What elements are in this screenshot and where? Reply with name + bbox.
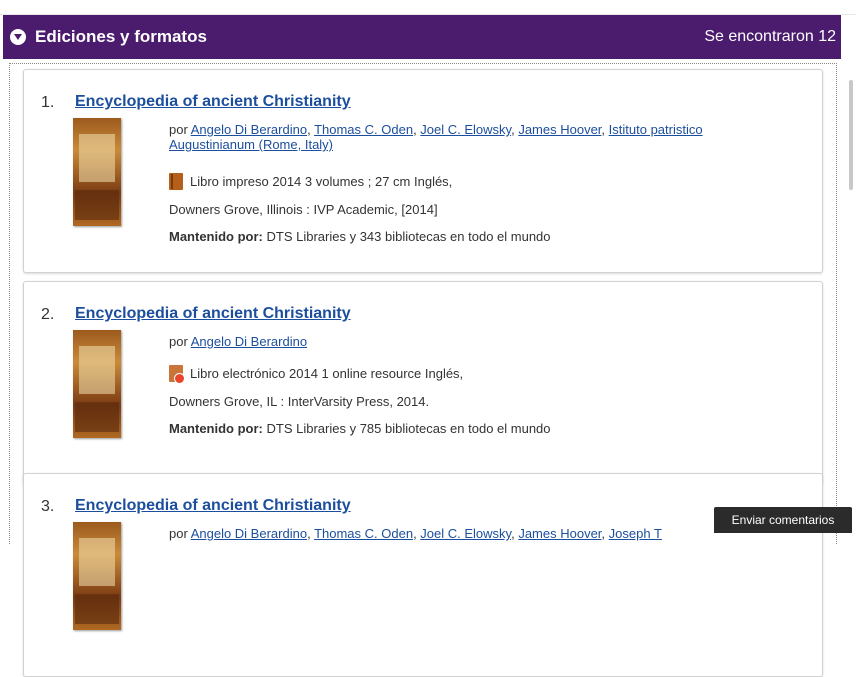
result-card-1: 1. Encyclopedia of ancient Christianity … bbox=[23, 69, 823, 273]
ebook-icon bbox=[169, 365, 185, 384]
editions-toggle[interactable]: Ediciones y formatos bbox=[10, 15, 207, 59]
result-authors: por Angelo Di Berardino bbox=[169, 334, 789, 349]
author-link[interactable]: Angelo Di Berardino bbox=[191, 526, 307, 541]
result-card-2: 2. Encyclopedia of ancient Christianity … bbox=[23, 281, 823, 485]
result-title-link[interactable]: Encyclopedia of ancient Christianity bbox=[75, 305, 351, 323]
author-link[interactable]: James Hoover bbox=[518, 122, 601, 137]
print-book-icon bbox=[169, 173, 183, 190]
por-label: por bbox=[169, 526, 188, 541]
author-link[interactable]: Angelo Di Berardino bbox=[191, 122, 307, 137]
result-holdings: Mantenido por: DTS Libraries y 343 bibli… bbox=[169, 229, 551, 244]
format-text: Libro impreso 2014 3 volumes ; 27 cm Ing… bbox=[190, 174, 453, 189]
por-label: por bbox=[169, 122, 188, 137]
author-link[interactable]: Angelo Di Berardino bbox=[191, 334, 307, 349]
scrollbar-thumb[interactable] bbox=[849, 80, 853, 190]
result-title-link[interactable]: Encyclopedia of ancient Christianity bbox=[75, 93, 351, 111]
held-label: Mantenido por: bbox=[169, 229, 263, 244]
result-authors: por Angelo Di Berardino, Thomas C. Oden,… bbox=[169, 526, 662, 541]
results-list: 1. Encyclopedia of ancient Christianity … bbox=[9, 63, 837, 677]
held-label: Mantenido por: bbox=[169, 421, 263, 436]
book-cover-image[interactable] bbox=[73, 118, 121, 226]
result-card-3: 3. Encyclopedia of ancient Christianity … bbox=[23, 473, 823, 677]
result-holdings: Mantenido por: DTS Libraries y 785 bibli… bbox=[169, 421, 551, 436]
result-publisher: Downers Grove, IL : InterVarsity Press, … bbox=[169, 394, 429, 409]
author-link[interactable]: Thomas C. Oden bbox=[314, 122, 413, 137]
author-link[interactable]: Thomas C. Oden bbox=[314, 526, 413, 541]
held-text: DTS Libraries y 343 bibliotecas en todo … bbox=[266, 229, 551, 244]
held-text: DTS Libraries y 785 bibliotecas en todo … bbox=[266, 421, 551, 436]
result-format: Libro electrónico 2014 1 online resource… bbox=[169, 365, 464, 384]
author-link[interactable]: James Hoover bbox=[518, 526, 601, 541]
result-title-link[interactable]: Encyclopedia of ancient Christianity bbox=[75, 497, 351, 515]
publisher-text: Downers Grove, Illinois : IVP Academic, … bbox=[169, 202, 438, 217]
publisher-text: Downers Grove, IL : InterVarsity Press, … bbox=[169, 394, 430, 409]
chevron-down-circle-icon bbox=[10, 29, 26, 45]
result-number: 3. bbox=[41, 498, 55, 515]
result-number: 1. bbox=[41, 94, 55, 111]
book-cover-image[interactable] bbox=[73, 522, 121, 630]
result-publisher: Downers Grove, Illinois : IVP Academic, … bbox=[169, 202, 438, 217]
author-link[interactable]: Joel C. Elowsky bbox=[420, 526, 511, 541]
por-label: por bbox=[169, 334, 188, 349]
result-authors: por Angelo Di Berardino, Thomas C. Oden,… bbox=[169, 122, 703, 152]
result-format: Libro impreso 2014 3 volumes ; 27 cm Ing… bbox=[169, 173, 452, 190]
feedback-button[interactable]: Enviar comentarios bbox=[714, 507, 852, 533]
author-link[interactable]: Joseph T bbox=[609, 526, 662, 541]
editions-title: Ediciones y formatos bbox=[35, 27, 207, 46]
result-number: 2. bbox=[41, 306, 55, 323]
format-text: Libro electrónico 2014 1 online resource… bbox=[190, 366, 464, 381]
author-link[interactable]: Joel C. Elowsky bbox=[420, 122, 511, 137]
book-cover-image[interactable] bbox=[73, 330, 121, 438]
results-count: Se encontraron 12 bbox=[704, 28, 836, 45]
editions-header: Ediciones y formatos Se encontraron 12 bbox=[3, 15, 841, 59]
top-bar bbox=[0, 0, 856, 15]
